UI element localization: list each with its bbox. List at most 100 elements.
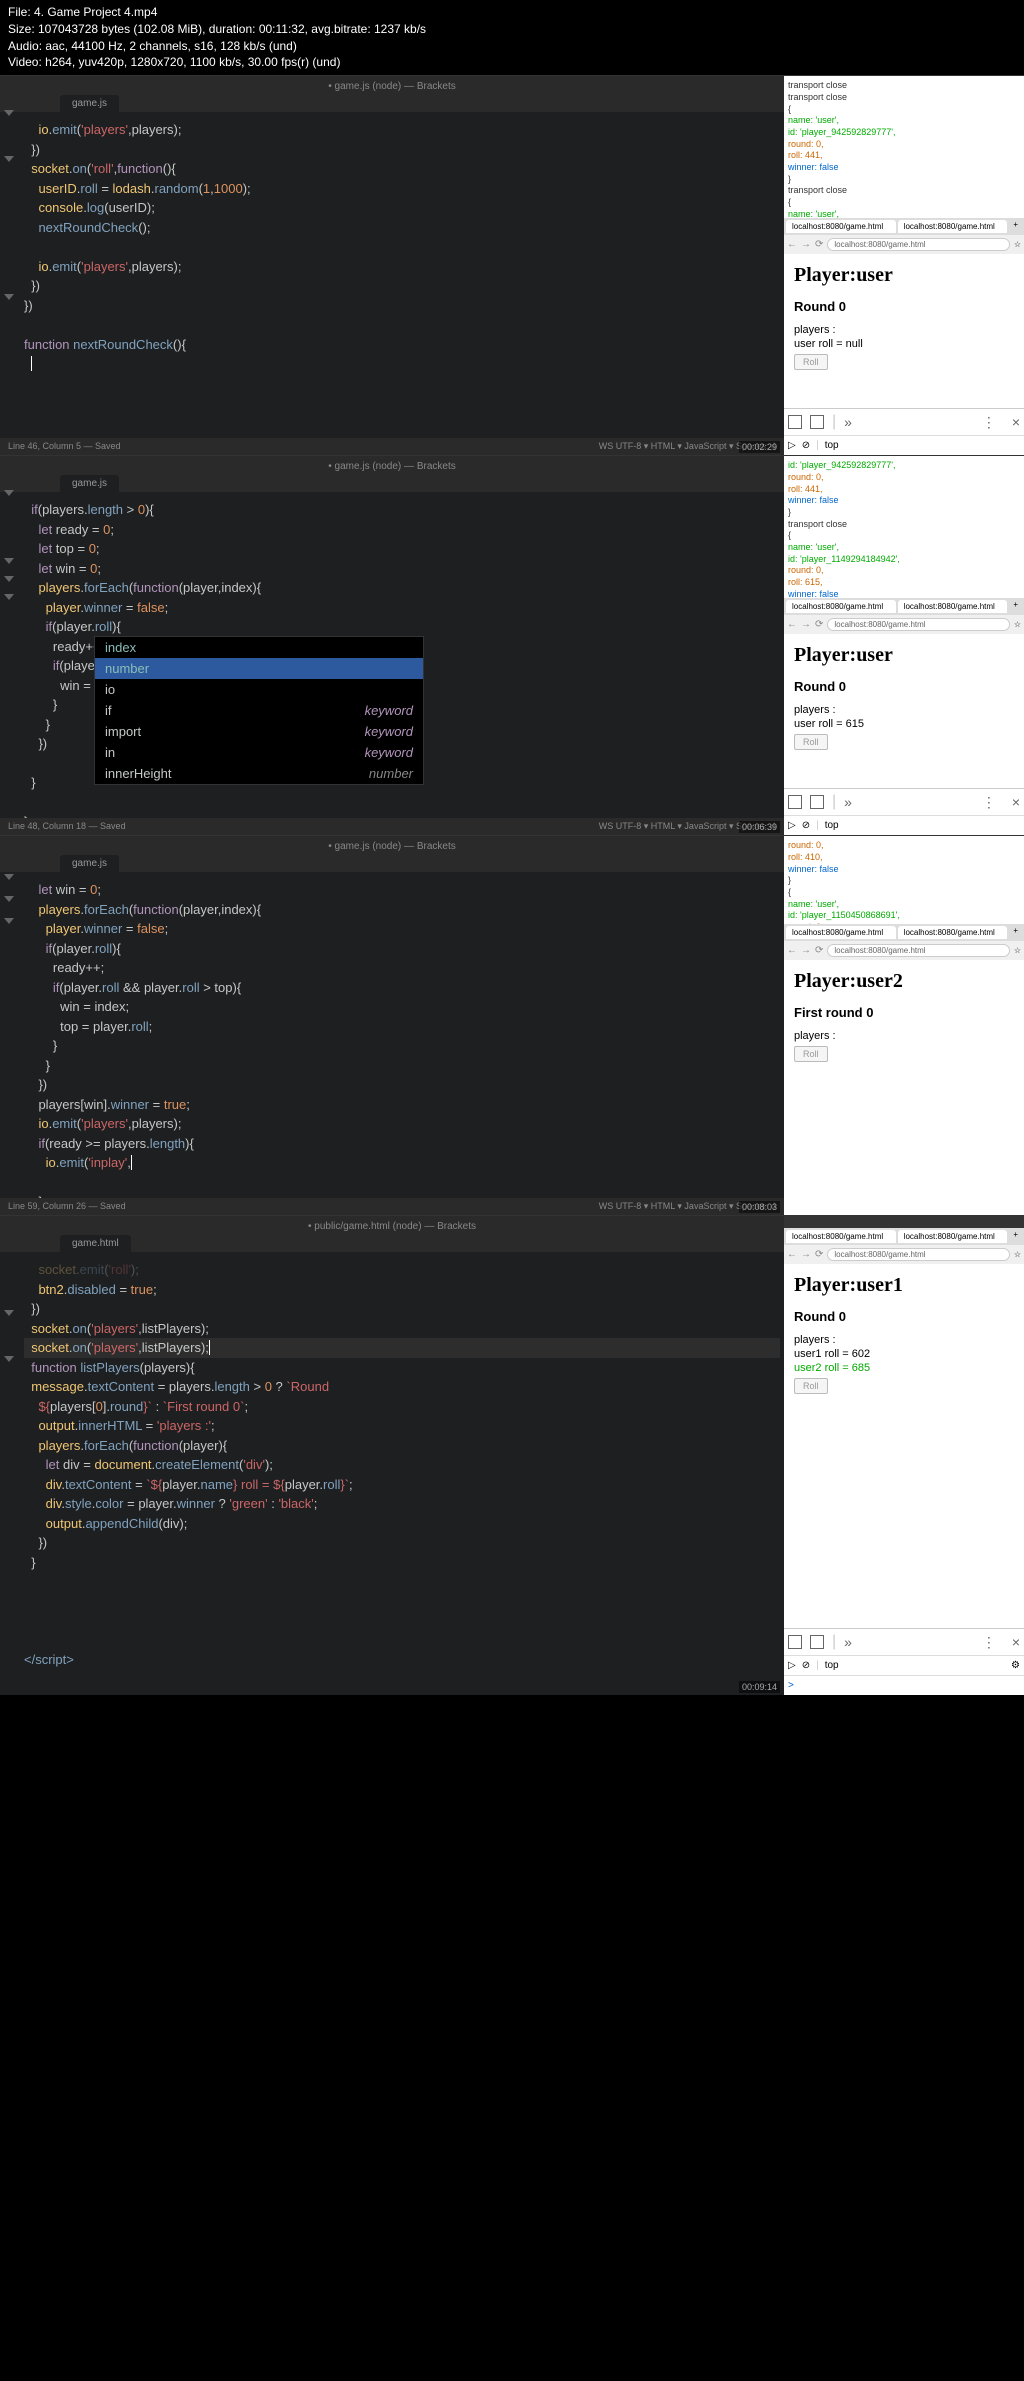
terminal-output[interactable]: transport close transport close { name: …: [784, 76, 1024, 218]
browser-tab[interactable]: localhost:8080/game.html: [786, 926, 896, 939]
url-bar[interactable]: localhost:8080/game.html: [827, 618, 1009, 631]
star-icon[interactable]: ☆: [1014, 946, 1021, 955]
panel-3: • game.js (node) — Brackets game.js let …: [0, 835, 1024, 1215]
url-bar[interactable]: localhost:8080/game.html: [827, 1248, 1009, 1261]
fwd-icon[interactable]: →: [801, 945, 811, 956]
chevron-icon[interactable]: »: [844, 414, 852, 430]
editor-tab[interactable]: game.html: [60, 1235, 131, 1252]
menu-icon[interactable]: ⋮: [982, 794, 996, 811]
close-icon[interactable]: ×: [1012, 1634, 1020, 1650]
new-tab-icon[interactable]: +: [1009, 220, 1022, 233]
browser-tab[interactable]: localhost:8080/game.html: [786, 1230, 896, 1243]
roll-text: user roll = null: [794, 338, 1014, 350]
file-audio: Audio: aac, 44100 Hz, 2 channels, s16, 1…: [8, 38, 1016, 55]
terminal-output[interactable]: id: 'player_942592829777', round: 0, rol…: [784, 456, 1024, 598]
star-icon[interactable]: ☆: [1014, 240, 1021, 249]
players-label: players :: [794, 1030, 1014, 1042]
code-area[interactable]: io.emit('players',players); }) socket.on…: [0, 112, 784, 455]
device-icon[interactable]: [810, 415, 824, 429]
close-icon[interactable]: ×: [1012, 414, 1020, 430]
page-title: Player:user1: [794, 1274, 1014, 1297]
browser-tab[interactable]: localhost:8080/game.html: [898, 600, 1008, 613]
play-icon[interactable]: ▷: [788, 1660, 796, 1671]
fold-arrow[interactable]: [4, 896, 14, 902]
menu-icon[interactable]: ⋮: [982, 1634, 996, 1651]
fold-arrow[interactable]: [4, 490, 14, 496]
ac-item[interactable]: io: [95, 679, 423, 700]
device-icon[interactable]: [810, 1635, 824, 1649]
back-icon[interactable]: ←: [787, 945, 797, 956]
fwd-icon[interactable]: →: [801, 619, 811, 630]
ac-item[interactable]: ifkeyword: [95, 700, 423, 721]
url-bar[interactable]: localhost:8080/game.html: [827, 944, 1009, 957]
inspect-icon[interactable]: [788, 1635, 802, 1649]
autocomplete-popup[interactable]: index number io ifkeyword importkeyword …: [94, 636, 424, 785]
menu-icon[interactable]: ⋮: [982, 414, 996, 431]
editor-tab[interactable]: game.js: [60, 95, 119, 112]
device-icon[interactable]: [810, 795, 824, 809]
fold-arrow[interactable]: [4, 918, 14, 924]
editor-tab[interactable]: game.js: [60, 855, 119, 872]
chevron-icon[interactable]: »: [844, 794, 852, 810]
url-bar[interactable]: localhost:8080/game.html: [827, 238, 1009, 251]
stop-icon[interactable]: ⊘: [802, 820, 810, 831]
reload-icon[interactable]: ⟳: [815, 945, 823, 956]
ac-item-selected[interactable]: number: [95, 658, 423, 679]
browser-tab[interactable]: localhost:8080/game.html: [898, 220, 1008, 233]
reload-icon[interactable]: ⟳: [815, 239, 823, 250]
ac-item[interactable]: inkeyword: [95, 742, 423, 763]
new-tab-icon[interactable]: +: [1009, 1230, 1022, 1243]
fwd-icon[interactable]: →: [801, 1249, 811, 1260]
reload-icon[interactable]: ⟳: [815, 619, 823, 630]
fold-arrow[interactable]: [4, 874, 14, 880]
fwd-icon[interactable]: →: [801, 239, 811, 250]
fold-arrow[interactable]: [4, 1356, 14, 1362]
file-size: Size: 107043728 bytes (102.08 MiB), dura…: [8, 21, 1016, 38]
new-tab-icon[interactable]: +: [1009, 926, 1022, 939]
context-selector[interactable]: top: [825, 440, 839, 451]
stop-icon[interactable]: ⊘: [802, 440, 810, 451]
new-tab-icon[interactable]: +: [1009, 600, 1022, 613]
code-area[interactable]: socket.emit('roll'); btn2.disabled = tru…: [0, 1252, 784, 1674]
console-prompt[interactable]: >: [788, 1680, 794, 1691]
fold-arrow[interactable]: [4, 110, 14, 116]
fold-arrow[interactable]: [4, 294, 14, 300]
ac-item[interactable]: importkeyword: [95, 721, 423, 742]
back-icon[interactable]: ←: [787, 1249, 797, 1260]
ac-item[interactable]: index: [95, 637, 423, 658]
gear-icon[interactable]: ⚙: [1011, 1660, 1020, 1671]
browser-tab[interactable]: localhost:8080/game.html: [786, 600, 896, 613]
fold-arrow[interactable]: [4, 594, 14, 600]
context-selector[interactable]: top: [825, 1660, 839, 1671]
back-icon[interactable]: ←: [787, 619, 797, 630]
fold-arrow[interactable]: [4, 1310, 14, 1316]
play-icon[interactable]: ▷: [788, 820, 796, 831]
chevron-icon[interactable]: »: [844, 1634, 852, 1650]
code-area[interactable]: let win = 0; players.forEach(function(pl…: [0, 872, 784, 1215]
stop-icon[interactable]: ⊘: [802, 1660, 810, 1671]
star-icon[interactable]: ☆: [1014, 620, 1021, 629]
browser-panel: localhost:8080/game.htmllocalhost:8080/g…: [784, 1216, 1024, 1695]
roll-button[interactable]: Roll: [794, 354, 828, 370]
close-icon[interactable]: ×: [1012, 794, 1020, 810]
editor-tab[interactable]: game.js: [60, 475, 119, 492]
browser-tab[interactable]: localhost:8080/game.html: [898, 926, 1008, 939]
roll-button[interactable]: Roll: [794, 1378, 828, 1394]
play-icon[interactable]: ▷: [788, 440, 796, 451]
dev-tools: | » ⋮ × ▷ ⊘ | top: [784, 408, 1024, 455]
ac-item[interactable]: innerHeightnumber: [95, 763, 423, 784]
browser-tab[interactable]: localhost:8080/game.html: [786, 220, 896, 233]
fold-arrow[interactable]: [4, 558, 14, 564]
inspect-icon[interactable]: [788, 795, 802, 809]
roll-button[interactable]: Roll: [794, 734, 828, 750]
back-icon[interactable]: ←: [787, 239, 797, 250]
star-icon[interactable]: ☆: [1014, 1250, 1021, 1259]
reload-icon[interactable]: ⟳: [815, 1249, 823, 1260]
browser-tab[interactable]: localhost:8080/game.html: [898, 1230, 1008, 1243]
roll-button[interactable]: Roll: [794, 1046, 828, 1062]
inspect-icon[interactable]: [788, 415, 802, 429]
fold-arrow[interactable]: [4, 156, 14, 162]
fold-arrow[interactable]: [4, 576, 14, 582]
terminal-output[interactable]: round: 0, roll: 410, winner: false } { n…: [784, 836, 1024, 924]
context-selector[interactable]: top: [825, 820, 839, 831]
